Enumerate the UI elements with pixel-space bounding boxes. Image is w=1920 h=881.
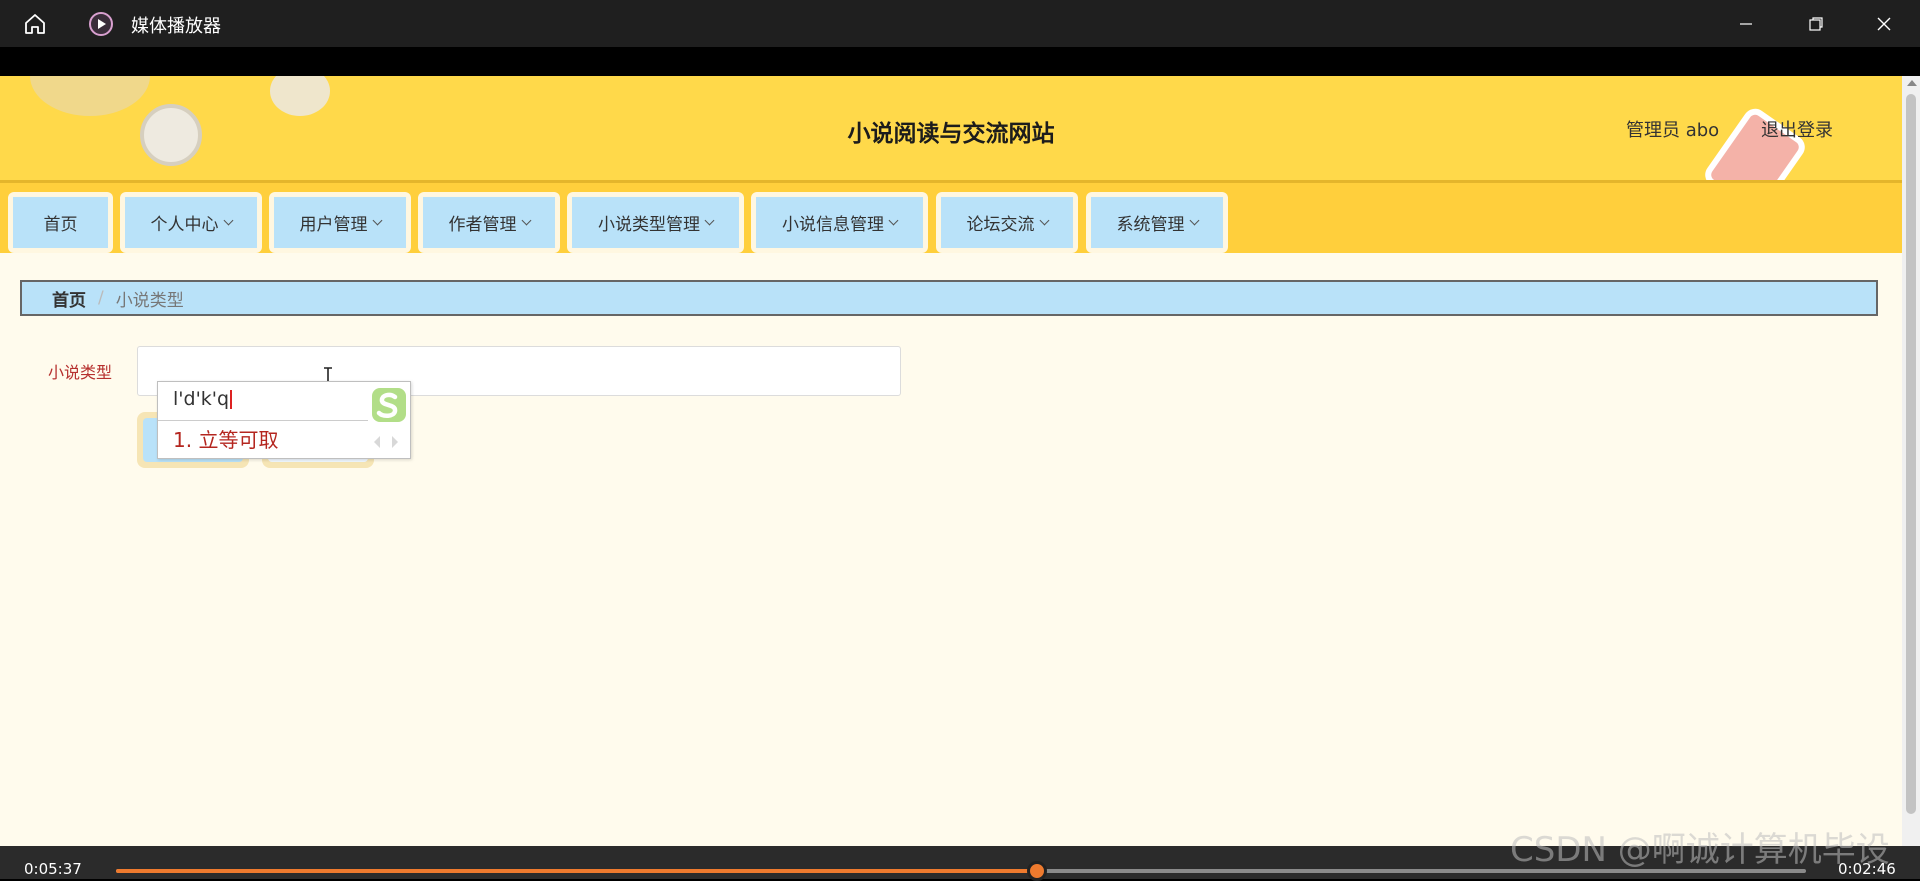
web-page: 小说阅读与交流网站 管理员 abo 退出登录 首页 个人中心 用户管理 作者管理… (0, 76, 1902, 846)
restore-icon[interactable] (1796, 8, 1836, 40)
chevron-down-icon (888, 215, 899, 225)
banner-decoration (30, 76, 150, 116)
nav-item-author-management[interactable]: 作者管理 (418, 192, 560, 253)
nav-item-label: 系统管理 (1116, 215, 1185, 235)
chevron-down-icon (704, 215, 715, 225)
minimize-icon[interactable] (1726, 8, 1766, 40)
scrollbar-thumb[interactable] (1906, 94, 1916, 814)
window-title: 媒体播放器 (131, 16, 221, 37)
seek-thumb[interactable] (1027, 861, 1048, 881)
nav-item-label: 个人中心 (150, 215, 219, 235)
site-title: 小说阅读与交流网站 (847, 121, 1055, 147)
video-letterbox (0, 47, 1920, 76)
ime-composition: l'd'k'q (173, 388, 233, 410)
ime-candidate-window: l'd'k'q 1. 立等可取 (157, 381, 411, 459)
chevron-down-icon (521, 215, 531, 225)
banner-decoration (270, 76, 330, 116)
nav-item-system-management[interactable]: 系统管理 (1086, 192, 1228, 253)
nav-item-novel-info-management[interactable]: 小说信息管理 (751, 192, 928, 253)
novel-type-label: 小说类型 (48, 363, 113, 382)
seek-bar-progress (116, 869, 1038, 873)
current-time: 0:05:37 (24, 860, 82, 878)
user-info: 管理员 abo (1626, 120, 1720, 141)
logout-link[interactable]: 退出登录 (1761, 116, 1833, 142)
breadcrumb-home[interactable]: 首页 (52, 286, 86, 311)
breadcrumb: 首页 / 小说类型 (20, 280, 1878, 316)
watermark: CSDN @啊诚计算机毕设 (1510, 830, 1890, 870)
nav-item-label: 论坛交流 (966, 215, 1035, 235)
nav-item-forum[interactable]: 论坛交流 (936, 192, 1078, 253)
main-nav: 首页 个人中心 用户管理 作者管理 小说类型管理 小说信息管理 论坛交流 系统管… (0, 180, 1902, 253)
nav-item-home[interactable]: 首页 (8, 192, 113, 253)
ime-candidate[interactable]: 1. 立等可取 (173, 424, 278, 453)
chevron-down-icon (372, 215, 382, 225)
chevron-down-icon (1189, 215, 1199, 225)
nav-item-label: 小说类型管理 (598, 215, 700, 235)
nav-item-user-management[interactable]: 用户管理 (269, 192, 411, 253)
nav-item-label: 小说信息管理 (782, 215, 884, 235)
scroll-up-icon[interactable] (1907, 80, 1917, 86)
media-player-icon (88, 11, 114, 37)
home-icon[interactable] (22, 11, 48, 37)
nav-item-novel-type-management[interactable]: 小说类型管理 (567, 192, 744, 253)
chevron-down-icon (223, 215, 233, 225)
nav-item-label: 首页 (43, 215, 78, 235)
nav-item-personal-center[interactable]: 个人中心 (120, 192, 262, 253)
window-titlebar: 媒体播放器 (0, 0, 1920, 47)
chevron-down-icon (1039, 215, 1049, 225)
nav-item-label: 作者管理 (448, 215, 517, 235)
nav-item-label: 用户管理 (299, 215, 368, 235)
close-icon[interactable] (1864, 8, 1904, 40)
ime-page-arrows-icon[interactable] (366, 432, 406, 452)
breadcrumb-current: 小说类型 (115, 290, 184, 311)
page-scrollbar[interactable] (1902, 76, 1920, 846)
breadcrumb-separator: / (98, 288, 104, 308)
site-banner: 小说阅读与交流网站 管理员 abo 退出登录 (0, 76, 1902, 180)
sogou-icon (368, 386, 408, 424)
